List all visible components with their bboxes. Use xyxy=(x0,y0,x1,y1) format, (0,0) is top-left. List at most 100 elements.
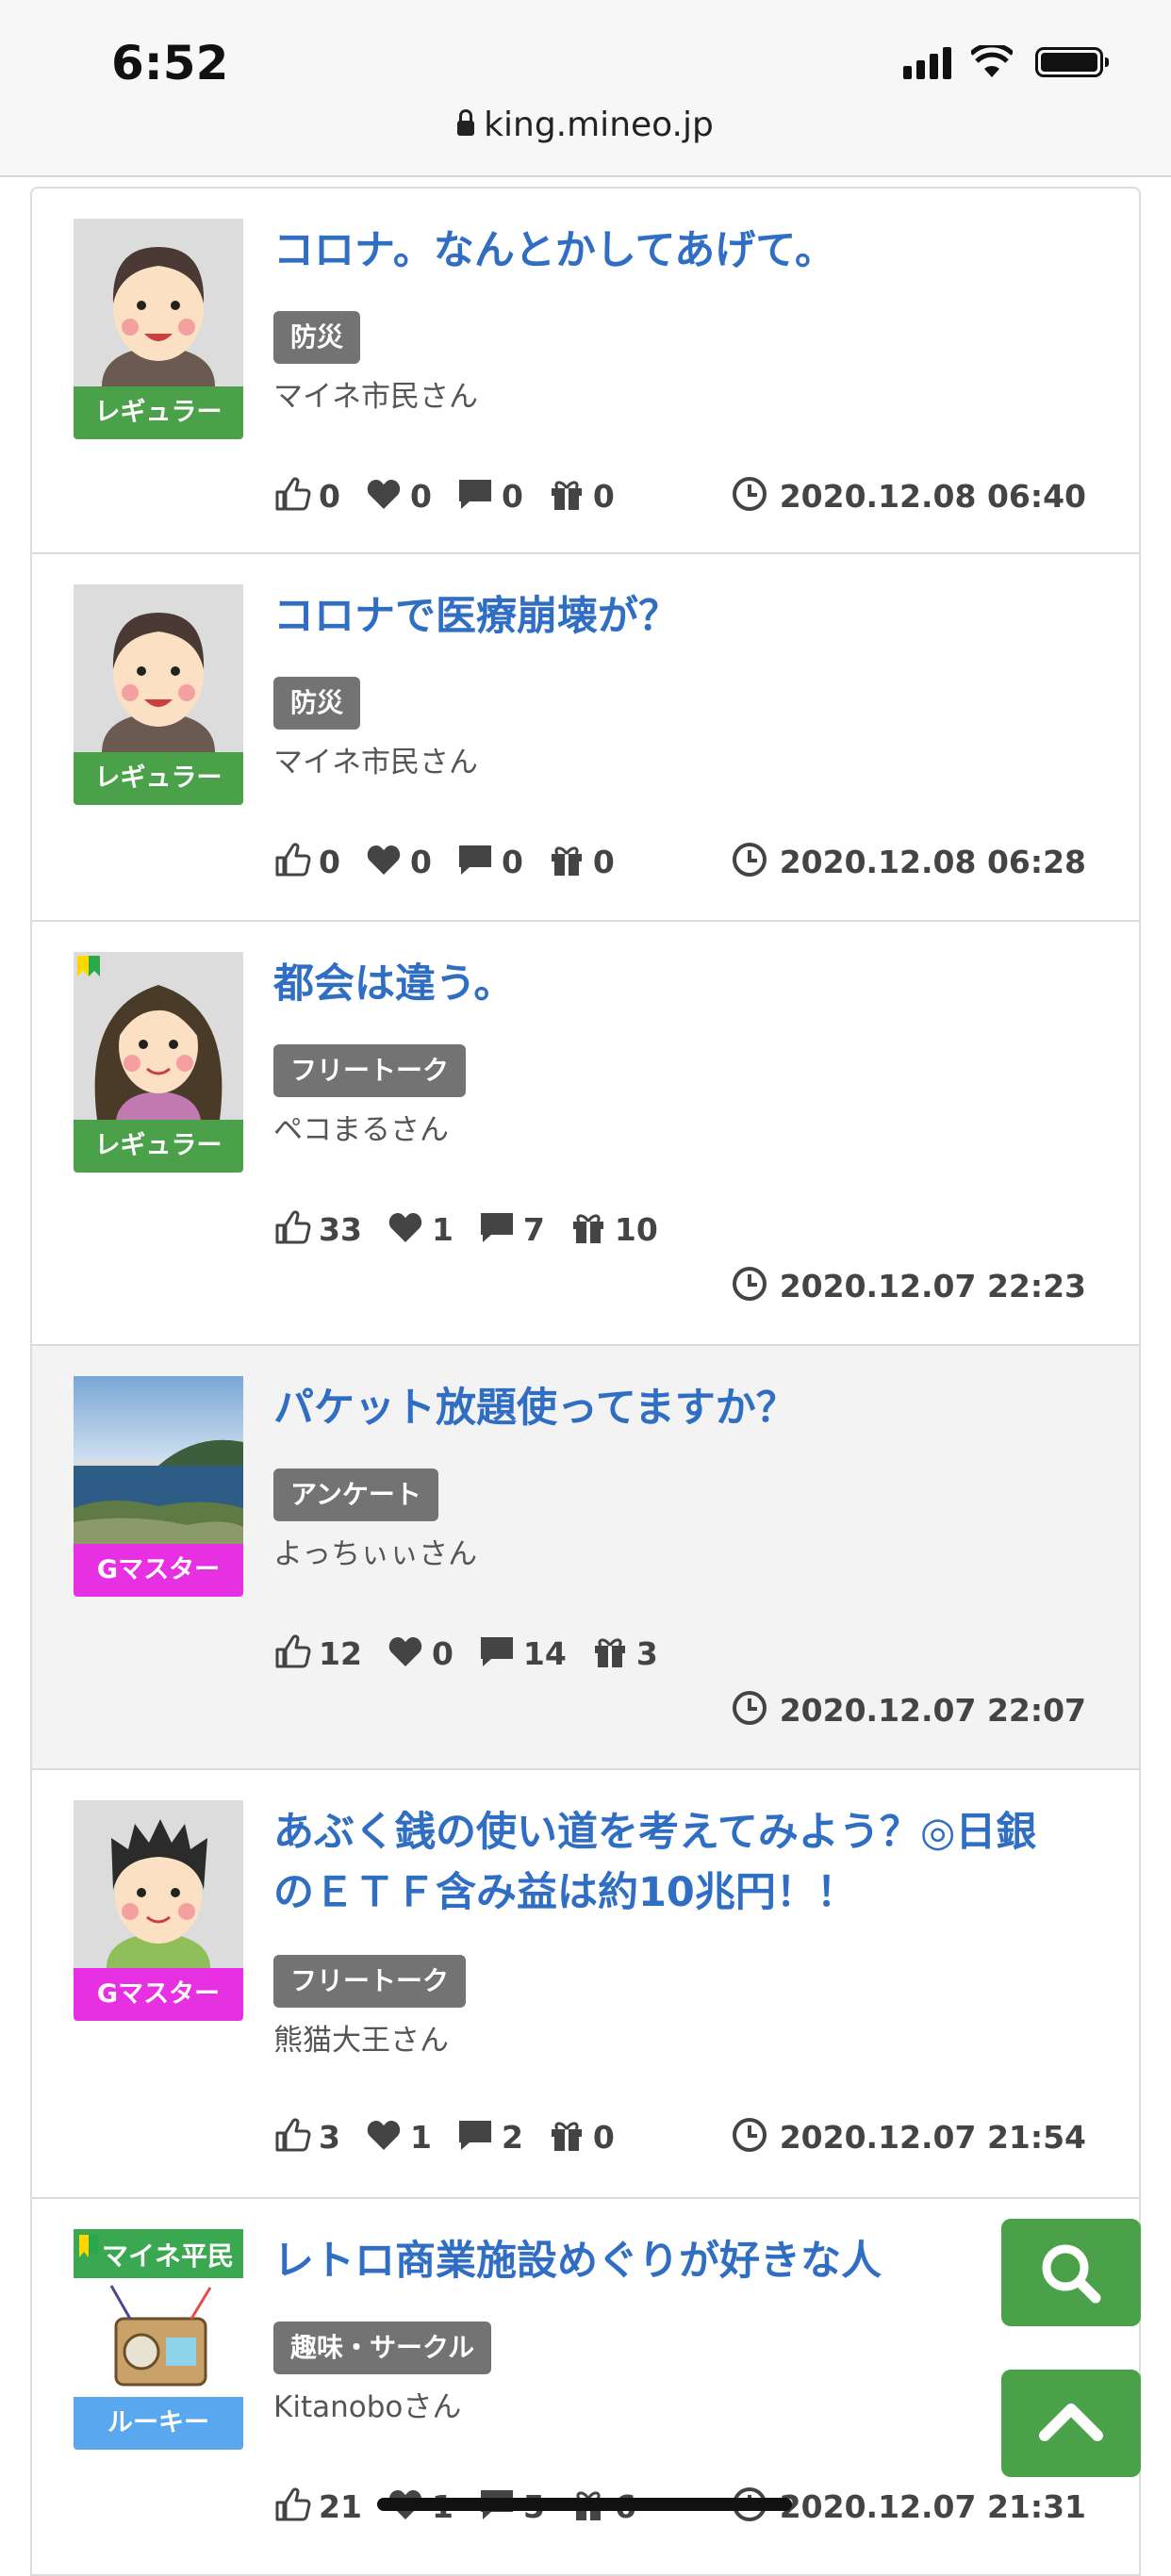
post-item[interactable]: マイネ平民 ルーキー レトロ商業施設めぐりが好きな人 趣味・サークル Kitan… xyxy=(30,2199,1141,2576)
chevron-up-icon xyxy=(1039,2404,1103,2441)
scroll-to-top-button[interactable] xyxy=(1001,2370,1141,2477)
thumbs-up-icon xyxy=(273,475,311,513)
avatar[interactable]: レギュラー xyxy=(74,219,243,439)
clock-icon xyxy=(731,2116,768,2154)
post-date: 2020.12.08 06:40 xyxy=(731,473,1086,520)
search-icon xyxy=(1042,2244,1101,2304)
rank-badge: Gマスター xyxy=(74,1544,243,1597)
post-date: 2020.12.08 06:28 xyxy=(731,839,1086,886)
comment-count[interactable]: 14 xyxy=(478,1631,567,1678)
category-tag[interactable]: 趣味・サークル xyxy=(273,2322,492,2374)
author-name[interactable]: マイネ市民さん xyxy=(273,372,478,415)
url-text: king.mineo.jp xyxy=(484,106,714,144)
category-tag[interactable]: フリートーク xyxy=(273,1955,467,2008)
post-date: 2020.12.07 22:23 xyxy=(731,1263,1086,1310)
gift-count[interactable]: 0 xyxy=(548,839,615,886)
post-title[interactable]: あぶく銭の使い道を考えてみよう？◎日銀 のＥＴＦ含み益は約10兆円！！ xyxy=(273,1802,1092,1923)
comment-count[interactable]: 0 xyxy=(456,839,523,886)
svg-text:マイネ平民: マイネ平民 xyxy=(102,2240,234,2272)
category-tag[interactable]: 防災 xyxy=(273,311,361,364)
man-avatar-image xyxy=(74,584,243,752)
avatar[interactable]: レギュラー xyxy=(74,584,243,805)
post-item[interactable]: Gマスター あぶく銭の使い道を考えてみよう？◎日銀 のＥＴＦ含み益は約10兆円！… xyxy=(30,1770,1141,2199)
comment-count[interactable]: 2 xyxy=(456,2114,523,2161)
gift-icon xyxy=(548,475,586,513)
clock-icon xyxy=(731,475,768,513)
author-name[interactable]: よっちぃぃさん xyxy=(273,1530,477,1572)
like-count[interactable]: 33 xyxy=(273,1206,362,1254)
browser-top-bar: 6:52 king.mineo.jp xyxy=(0,0,1171,177)
avatar[interactable]: マイネ平民 ルーキー xyxy=(74,2229,243,2450)
avatar[interactable]: レギュラー xyxy=(74,952,243,1173)
post-title[interactable]: レトロ商業施設めぐりが好きな人 xyxy=(273,2231,1092,2291)
gift-count[interactable]: 0 xyxy=(548,2114,615,2161)
author-name[interactable]: 熊猫大王さん xyxy=(273,2016,449,2059)
rank-badge: ルーキー xyxy=(74,2397,243,2450)
post-title[interactable]: コロナで医療崩壊が？ xyxy=(273,586,1092,647)
post-stats: 33 1 7 10 xyxy=(273,1206,683,1254)
post-title[interactable]: 都会は違う。 xyxy=(273,954,1092,1014)
heart-count[interactable]: 0 xyxy=(365,839,432,886)
comment-icon xyxy=(456,2116,494,2154)
like-count[interactable]: 12 xyxy=(273,1631,362,1678)
category-tag[interactable]: アンケート xyxy=(273,1468,438,1521)
gift-count[interactable]: 10 xyxy=(569,1206,658,1254)
lock-icon xyxy=(457,109,475,136)
status-time: 6:52 xyxy=(111,36,229,90)
wifi-icon xyxy=(971,45,1013,77)
rank-badge: レギュラー xyxy=(74,752,243,805)
category-tag[interactable]: フリートーク xyxy=(273,1044,467,1097)
thumbs-up-icon xyxy=(273,841,311,878)
post-item[interactable]: レギュラー コロナ。なんとかしてあげて。 防災 マイネ市民さん 0000 202… xyxy=(30,187,1141,554)
rank-badge: Gマスター xyxy=(74,1968,243,2021)
heart-icon xyxy=(365,2116,403,2154)
man-avatar-image xyxy=(74,219,243,386)
clock-icon xyxy=(731,841,768,878)
like-count[interactable]: 21 xyxy=(273,2484,362,2531)
post-list: レギュラー コロナ。なんとかしてあげて。 防災 マイネ市民さん 0000 202… xyxy=(30,187,1141,2576)
gift-icon xyxy=(548,2116,586,2154)
post-stats: 12 0 14 3 xyxy=(273,1631,683,1678)
post-title[interactable]: コロナ。なんとかしてあげて。 xyxy=(273,221,1092,281)
comment-count[interactable]: 0 xyxy=(456,473,523,520)
heart-icon xyxy=(387,1208,424,1246)
post-item[interactable]: レギュラー 都会は違う。 フリートーク ペコまるさん 33 1 7 10 2020.1… xyxy=(30,922,1141,1346)
url-bar[interactable]: king.mineo.jp xyxy=(0,106,1171,144)
home-indicator[interactable] xyxy=(377,2498,792,2511)
post-stats: 0000 xyxy=(273,839,639,886)
post-item[interactable]: Gマスター パケット放題使ってますか？ アンケート よっちぃぃさん 12 0 14 3… xyxy=(30,1346,1141,1770)
clock-icon xyxy=(731,1689,768,1727)
comment-count[interactable]: 7 xyxy=(478,1206,545,1254)
comment-icon xyxy=(478,1633,516,1670)
gift-count[interactable]: 0 xyxy=(548,473,615,520)
like-count[interactable]: 0 xyxy=(273,839,340,886)
author-name[interactable]: マイネ市民さん xyxy=(273,738,478,780)
comment-icon xyxy=(478,1208,516,1246)
post-title[interactable]: パケット放題使ってますか？ xyxy=(273,1378,1092,1438)
cellular-signal-icon xyxy=(903,45,952,79)
like-count[interactable]: 3 xyxy=(273,2114,340,2161)
author-name[interactable]: Kitanoboさん xyxy=(273,2383,461,2425)
seascape-avatar-image xyxy=(74,1376,243,1544)
avatar[interactable]: Gマスター xyxy=(74,1800,243,2021)
heart-icon xyxy=(365,841,403,878)
spiky-hair-avatar-image xyxy=(74,1800,243,1968)
heart-count[interactable]: 1 xyxy=(387,1206,454,1254)
heart-count[interactable]: 0 xyxy=(365,473,432,520)
post-item[interactable]: レギュラー コロナで医療崩壊が？ 防災 マイネ市民さん 0000 2020.12… xyxy=(30,554,1141,922)
category-tag[interactable]: 防災 xyxy=(273,677,361,730)
thumbs-up-icon xyxy=(273,2116,311,2154)
heart-count[interactable]: 0 xyxy=(387,1631,454,1678)
heart-count[interactable]: 1 xyxy=(365,2114,432,2161)
like-count[interactable]: 0 xyxy=(273,473,340,520)
heart-icon xyxy=(365,475,403,513)
avatar[interactable]: Gマスター xyxy=(74,1376,243,1597)
comment-icon xyxy=(456,475,494,513)
post-date: 2020.12.07 21:54 xyxy=(731,2114,1086,2161)
radio-avatar-image: マイネ平民 xyxy=(74,2229,243,2397)
gift-count[interactable]: 3 xyxy=(591,1631,658,1678)
search-button[interactable] xyxy=(1001,2219,1141,2326)
thumbs-up-icon xyxy=(273,2486,311,2523)
thumbs-up-icon xyxy=(273,1633,311,1670)
author-name[interactable]: ペコまるさん xyxy=(273,1106,449,1148)
